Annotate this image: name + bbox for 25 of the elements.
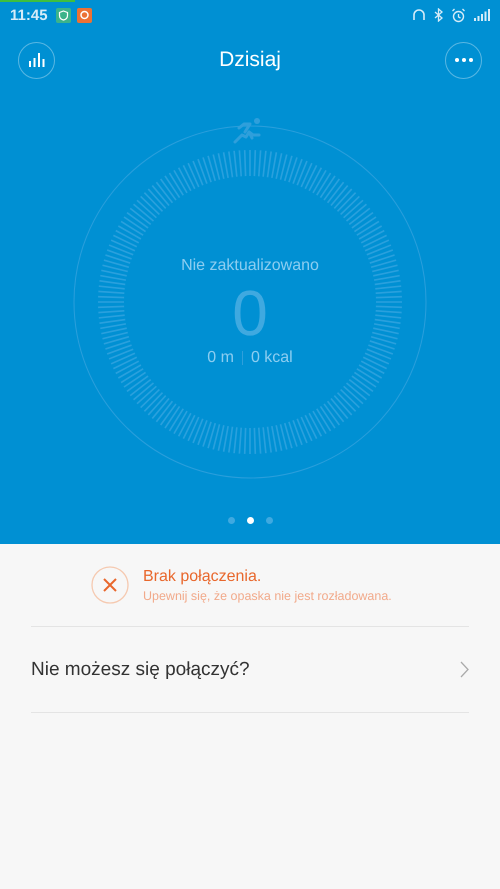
bluetooth-icon [434, 8, 443, 22]
chevron-right-icon [460, 661, 469, 678]
error-icon [91, 566, 129, 604]
statistics-button[interactable] [18, 42, 55, 78]
page-indicator-dot[interactable] [246, 517, 254, 524]
page-title: Dzisiaj [219, 48, 281, 72]
page-indicator-dot[interactable] [266, 517, 272, 524]
sync-status: Nie zaktualizowano [181, 257, 319, 275]
help-row[interactable]: Nie możesz się połączyć? [31, 627, 469, 712]
signal-icon [474, 9, 490, 21]
more-button[interactable] [445, 42, 482, 78]
runner-icon [234, 118, 260, 144]
clock: 11:45 [10, 6, 48, 24]
error-title: Brak połączenia. [143, 568, 262, 586]
more-icon [454, 58, 472, 62]
shield-icon [56, 8, 71, 22]
headphones-icon [412, 8, 426, 22]
alarm-clock-icon [451, 8, 466, 22]
calories-value: 0 kcal [250, 349, 293, 367]
help-label: Nie możesz się połączyć? [31, 658, 250, 680]
distance-value: 0 m [207, 349, 234, 367]
page-indicator-dot[interactable] [228, 517, 234, 524]
bar-chart-icon [28, 53, 44, 67]
error-message: Upewnij się, że opaska nie jest rozładowana. [143, 588, 392, 602]
step-count: 0 [232, 281, 268, 345]
